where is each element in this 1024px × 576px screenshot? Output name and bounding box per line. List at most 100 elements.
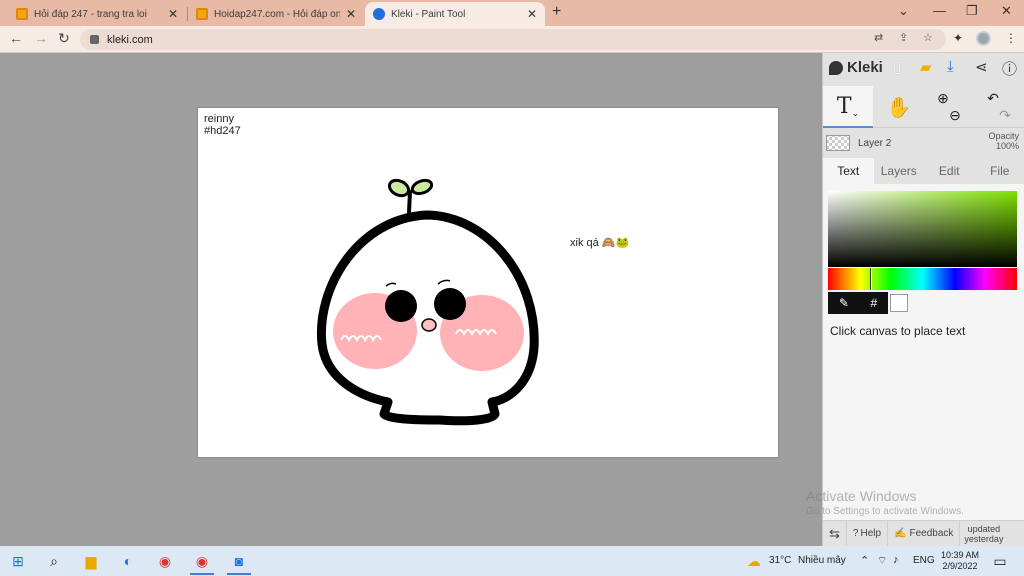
canvas-workspace[interactable]: reinny #hd247 xik qá 🙈🐸 [0, 53, 822, 546]
lock-icon [90, 35, 99, 44]
minimize-icon[interactable]: — [933, 3, 946, 18]
kleki-side-panel: Kleki ▯ ▰ ⤓ ⋖ ⓘ T ⌄ ✋ ⊕ ⊖ ↶ ↷ Layer 2 Op… [822, 53, 1024, 547]
hoidap-favicon-icon [16, 8, 28, 20]
close-icon[interactable]: ✕ [527, 7, 537, 21]
feedback-button[interactable]: ✍ Feedback [888, 520, 961, 547]
close-icon[interactable]: ✕ [168, 7, 178, 21]
tab-title: Hỏi đáp 247 - trang tra loi [34, 8, 147, 20]
url-text: kleki.com [107, 33, 153, 46]
undo-icon[interactable]: ↶ [987, 90, 999, 107]
share-icon[interactable]: ⋖ [975, 58, 988, 76]
active-layer-row[interactable]: Layer 2 Opacity 100% [823, 129, 1024, 157]
active-app-indicator [190, 573, 214, 575]
profile-avatar[interactable] [976, 31, 991, 46]
translate-icon[interactable]: ⇄ [874, 31, 883, 44]
chrome-icon[interactable]: ◉ [155, 551, 175, 571]
new-tab-icon[interactable]: + [552, 3, 561, 21]
text-tool-settings: ✎ # Click canvas to place text [823, 184, 1024, 520]
hand-icon: ✋ [886, 96, 912, 119]
tab-search-chevron-icon[interactable]: ⌄ [898, 3, 909, 19]
panel-tabs: Text Layers Edit File [823, 158, 1024, 184]
network-icon[interactable]: ⌔ [877, 554, 887, 568]
text-tool-button[interactable]: T ⌄ [823, 86, 873, 128]
secondary-color-swatch[interactable] [890, 294, 908, 312]
kleki-favicon-icon [373, 8, 385, 20]
help-circle-icon[interactable]: ⓘ [1002, 58, 1017, 79]
activate-windows-watermark: Activate Windows Go to Settings to activ… [806, 488, 964, 517]
swap-arrows-icon: ⇆ [829, 525, 840, 541]
weather-icon[interactable]: ☁ [744, 551, 764, 571]
file-explorer-icon[interactable]: ▆ [81, 551, 101, 571]
bookmark-star-icon[interactable]: ☆ [923, 31, 933, 44]
back-arrow-icon[interactable]: ← [9, 30, 23, 46]
help-button[interactable]: ? Help [847, 520, 889, 547]
windows-start-icon[interactable]: ⊞ [8, 551, 28, 571]
tab-edit[interactable]: Edit [924, 158, 975, 184]
volume-icon[interactable]: ♪ [893, 554, 899, 566]
edge-browser-icon[interactable]: ◐ [118, 551, 138, 571]
drawing-artwork [316, 178, 539, 426]
text-tool-icon: T [836, 93, 852, 119]
drawing-canvas[interactable]: reinny #hd247 xik qá 🙈🐸 [198, 108, 778, 457]
tab-kleki[interactable]: Kleki - Paint Tool ✕ [365, 2, 545, 26]
search-icon[interactable]: ⌕ [44, 551, 64, 571]
address-bar[interactable]: kleki.com [80, 29, 946, 50]
color-saturation-picker[interactable] [828, 191, 1017, 267]
layer-opacity[interactable]: Opacity 100% [988, 131, 1019, 151]
tab-layers[interactable]: Layers [874, 158, 925, 184]
zoom-buttons: ⊕ ⊖ [927, 86, 971, 128]
hand-tool-button[interactable]: ✋ [875, 86, 923, 128]
notifications-icon[interactable]: ▭ [990, 551, 1010, 571]
open-folder-icon[interactable]: ▰ [920, 58, 932, 76]
layer-name: Layer 2 [858, 137, 892, 149]
chrome-profile-icon[interactable]: ◉ [192, 551, 212, 571]
tab-hoidap-2[interactable]: Hoidap247.com - Hỏi đáp online ✕ [188, 2, 364, 26]
restore-icon[interactable]: ❐ [966, 3, 978, 19]
tab-title: Kleki - Paint Tool [391, 8, 466, 20]
updated-status[interactable]: updated yesterday [960, 524, 1007, 544]
system-clock[interactable]: 10:39 AM 2/9/2022 [934, 550, 986, 572]
panel-footer: ⇆ ? Help ✍ Feedback updated yesterday [823, 520, 1024, 547]
download-icon[interactable]: ⤓ [947, 58, 954, 75]
hue-slider-handle[interactable] [870, 268, 872, 290]
layer-thumbnail [826, 135, 850, 151]
text-tool-hint: Click canvas to place text [830, 324, 966, 338]
extensions-puzzle-icon[interactable]: ✦ [953, 31, 963, 45]
kleki-logo[interactable]: Kleki [829, 59, 883, 76]
kleki-logo-icon [829, 60, 843, 75]
browser-tab-strip: Hỏi đáp 247 - trang tra loi ✕ Hoidap247.… [0, 0, 1024, 26]
tab-title: Hoidap247.com - Hỏi đáp online [214, 8, 340, 20]
browser-menu-icon[interactable]: ⋮ [1005, 31, 1017, 45]
window-close-icon[interactable]: ✕ [1001, 3, 1012, 19]
tab-text[interactable]: Text [823, 158, 874, 184]
close-icon[interactable]: ✕ [346, 7, 356, 21]
forward-arrow-icon[interactable]: → [34, 30, 48, 46]
windows-taskbar: ⊞ ⌕ ▆ ◐ ◉ ◉ ◙ ☁ 31°C Nhiều mây ⌃ ⌔ ♪ ENG… [0, 546, 1024, 576]
help-icon: ? [852, 528, 859, 539]
zoom-out-icon[interactable]: ⊖ [949, 107, 961, 124]
zalo-icon[interactable]: ◙ [229, 551, 249, 571]
browser-toolbar: ← → ↻ kleki.com ⇄ ⇪ ☆ ✦ ⋮ [0, 26, 1024, 53]
eyedropper-icon[interactable]: ✎ [839, 296, 849, 310]
hoidap-favicon-icon [196, 8, 208, 20]
tray-chevron-up-icon[interactable]: ⌃ [860, 554, 869, 567]
redo-icon[interactable]: ↷ [999, 107, 1011, 124]
feedback-pencil-icon: ✍ [894, 528, 907, 539]
input-language[interactable]: ENG [913, 555, 935, 566]
reload-icon[interactable]: ↻ [58, 30, 70, 47]
hex-input-button[interactable]: # [871, 296, 878, 310]
share-icon[interactable]: ⇪ [899, 31, 908, 44]
undo-redo-buttons: ↶ ↷ [975, 86, 1023, 128]
swap-layout-button[interactable]: ⇆ [823, 520, 847, 547]
tool-row: T ⌄ ✋ ⊕ ⊖ ↶ ↷ [823, 86, 1024, 128]
hue-slider[interactable] [828, 268, 1017, 290]
primary-color-row: ✎ # [828, 292, 888, 314]
tab-hoidap-1[interactable]: Hỏi đáp 247 - trang tra loi ✕ [8, 2, 186, 26]
zoom-in-icon[interactable]: ⊕ [937, 90, 949, 107]
chevron-down-icon[interactable]: ⌄ [852, 108, 860, 119]
tab-file[interactable]: File [975, 158, 1024, 184]
weather-text[interactable]: Nhiều mây [798, 555, 846, 566]
new-image-icon[interactable]: ▯ [893, 58, 901, 76]
weather-temp[interactable]: 31°C [769, 555, 791, 566]
active-app-indicator [227, 573, 251, 575]
